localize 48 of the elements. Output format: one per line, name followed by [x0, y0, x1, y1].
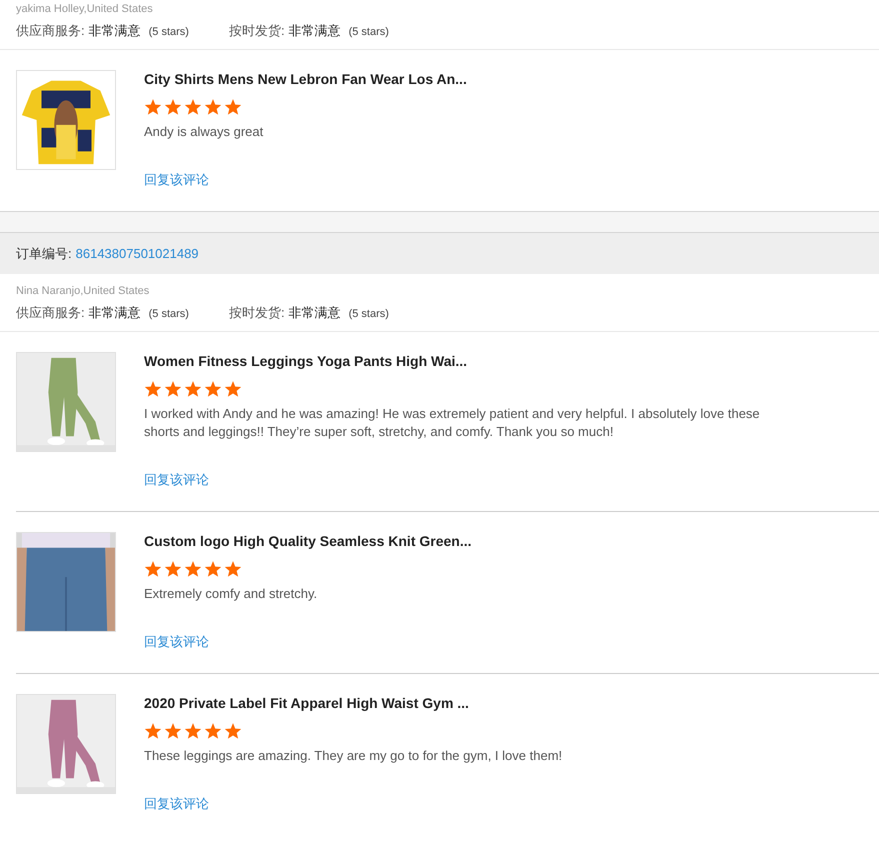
star-icon: [184, 380, 202, 398]
reviewer-name: yakima Holley,United States: [16, 3, 154, 15]
rating-note: (5 stars): [148, 308, 189, 320]
rating-value: 非常满意: [88, 304, 141, 322]
star-icon: [224, 98, 242, 116]
star-icon: [204, 722, 222, 740]
reply-link[interactable]: 回复该评论: [144, 633, 209, 651]
star-icon: [144, 98, 162, 116]
star-icon: [224, 380, 242, 398]
rating-note: (5 stars): [348, 308, 389, 320]
star-icon: [184, 98, 202, 116]
review-comment: Andy is always great: [144, 123, 264, 141]
rating-label: 按时发货:: [228, 22, 285, 40]
review-comment: Extremely comfy and stretchy.: [144, 585, 318, 603]
star-icon: [204, 380, 222, 398]
star-icon: [204, 98, 222, 116]
rating-label: 供应商服务:: [16, 22, 85, 40]
star-icon: [164, 98, 182, 116]
rating-note: (5 stars): [348, 26, 389, 38]
order-label: 订单编号:: [16, 244, 72, 262]
reply-link[interactable]: 回复该评论: [144, 795, 209, 813]
product-title: Women Fitness Leggings Yoga Pants High Wai...: [144, 352, 468, 370]
reply-link[interactable]: 回复该评论: [144, 471, 209, 489]
review-comment: I worked with Andy and he was amazing! He was extremely patient and very helpful. I absolutely love these shorts and leggings!! They’re super soft, stretchy, and comfy. Thank you so much!: [144, 405, 761, 441]
rating-label: 按时发货:: [228, 304, 285, 322]
star-icon: [144, 722, 162, 740]
star-icon: [164, 380, 182, 398]
star-icon: [224, 722, 242, 740]
star-icon: [144, 380, 162, 398]
rating-value: 非常满意: [88, 22, 141, 40]
reply-link[interactable]: 回复该评论: [144, 171, 209, 189]
star-icon: [204, 560, 222, 578]
product-title: 2020 Private Label Fit Apparel High Waist Gym ...: [144, 694, 470, 712]
star-icon: [184, 722, 202, 740]
rating-note: (5 stars): [148, 26, 189, 38]
rating-value: 非常满意: [288, 304, 341, 322]
star-icon: [164, 722, 182, 740]
order-number-link[interactable]: 86143807501021489: [76, 246, 199, 261]
star-icon: [184, 560, 202, 578]
rating-value: 非常满意: [288, 22, 341, 40]
star-icon: [224, 560, 242, 578]
product-title: City Shirts Mens New Lebron Fan Wear Los An...: [144, 70, 467, 88]
rating-label: 供应商服务:: [16, 304, 85, 322]
reviewer-name: Nina Naranjo,United States: [16, 285, 150, 297]
star-icon: [164, 560, 182, 578]
star-icon: [144, 560, 162, 578]
product-title: Custom logo High Quality Seamless Knit Green...: [144, 532, 472, 550]
review-comment: These leggings are amazing. They are my go to for the gym, I love them!: [144, 747, 562, 765]
